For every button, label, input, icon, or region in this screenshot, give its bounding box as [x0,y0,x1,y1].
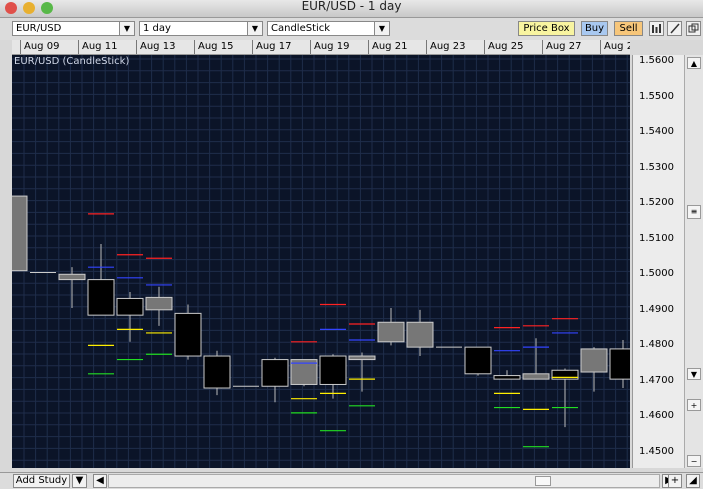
chart-plot-area[interactable]: EUR/USD (CandleStick) [12,55,630,468]
candle-body [348,355,376,361]
symbol-select[interactable]: EUR/USD ▼ [12,21,135,36]
scroll-thumb-icon[interactable]: ≡ [687,205,701,219]
price-tick-label: 1.4800 [639,339,674,351]
price-tick-label: 1.5200 [639,197,674,209]
detach-icon[interactable] [686,21,701,36]
price-tick-label: 1.5500 [639,90,674,102]
candle-body [522,373,550,380]
symbol-value: EUR/USD [16,23,62,34]
price-tick-label: 1.5600 [639,55,674,66]
zoom-in-horizontal-icon[interactable]: + [668,474,682,488]
price-tick-label: 1.5300 [639,161,674,173]
chevron-down-icon[interactable]: ▼ [374,22,389,35]
candle-body [174,312,202,357]
candle-body [319,355,347,385]
price-tick-label: 1.4700 [639,374,674,386]
date-tick-label: Aug 23 [426,40,465,54]
zoom-out-icon[interactable]: − [687,455,701,467]
resize-corner-icon[interactable]: ◢ [686,474,700,488]
zoom-in-icon[interactable]: + [687,399,701,411]
candle-body [261,359,289,387]
chart-type-select[interactable]: CandleStick ▼ [267,21,390,36]
horizontal-scroll-thumb[interactable] [535,476,551,486]
candle-body [12,195,28,272]
window-title: EUR/USD - 1 day [301,0,402,13]
date-tick-label: Aug 25 [484,40,523,54]
scroll-down-icon[interactable]: ▼ [687,368,701,380]
bottom-bar: Add Study ▼ ◀ ▶ + ◢ [0,472,703,489]
candle-body [493,375,521,380]
vertical-scrollbar[interactable]: ▲ ≡ ▼ + − [684,55,703,468]
candle-body [609,348,630,380]
date-tick-label: Aug 2 [600,40,630,54]
candlestick-chart [12,55,630,468]
date-tick-label: Aug 13 [136,40,175,54]
candle-body [145,296,173,311]
price-tick-label: 1.5400 [639,126,674,138]
chart-type-value: CandleStick [271,23,331,34]
price-tick-label: 1.4600 [639,410,674,422]
buy-button[interactable]: Buy [581,21,608,36]
candle-body [116,297,144,316]
date-tick-label: Aug 11 [78,40,117,54]
date-tick-label: Aug 21 [368,40,407,54]
period-value: 1 day [143,23,171,34]
date-tick-label: Aug 27 [542,40,581,54]
bar-chart-icon[interactable] [649,21,664,36]
candle-body [406,321,434,348]
candle-body [580,348,608,373]
sell-button[interactable]: Sell [614,21,643,36]
scroll-up-icon[interactable]: ▲ [687,57,701,69]
pencil-icon[interactable] [667,21,682,36]
chevron-down-icon[interactable]: ▼ [247,22,262,35]
chart-toolbar: EUR/USD ▼ 1 day ▼ CandleStick ▼ Price Bo… [0,18,703,40]
date-tick-label: Aug 15 [194,40,233,54]
price-tick-label: 1.4500 [639,446,674,457]
title-bar: EUR/USD - 1 day [0,0,703,18]
add-study-button[interactable]: Add Study [13,474,70,488]
period-select[interactable]: 1 day ▼ [139,21,263,36]
date-tick-label: Aug 17 [252,40,291,54]
price-tick-label: 1.5100 [639,232,674,244]
horizontal-scrollbar[interactable] [108,474,660,488]
candle-body [203,355,231,389]
candle-body [87,279,115,316]
price-tick-label: 1.5000 [639,268,674,280]
chevron-down-icon[interactable]: ▼ [119,22,134,35]
price-tick-label: 1.4900 [639,303,674,315]
price-box-button[interactable]: Price Box [518,21,575,36]
candle-body [377,321,405,343]
add-study-chevron-icon[interactable]: ▼ [72,474,87,488]
candle-body [464,346,492,375]
date-tick-label: Aug 19 [310,40,349,54]
candle-body [58,273,86,281]
plot-series-label: EUR/USD (CandleStick) [14,56,130,67]
price-axis: 1.5600 1.5500 1.5400 1.5300 1.5200 1.5100 1.50… [632,55,685,468]
date-tick-label: Aug 09 [20,40,59,54]
scroll-left-icon[interactable]: ◀ [93,474,107,488]
date-axis: Aug 09 Aug 11 Aug 13 Aug 15 Aug 17 Aug 19 Aug … [12,40,630,55]
